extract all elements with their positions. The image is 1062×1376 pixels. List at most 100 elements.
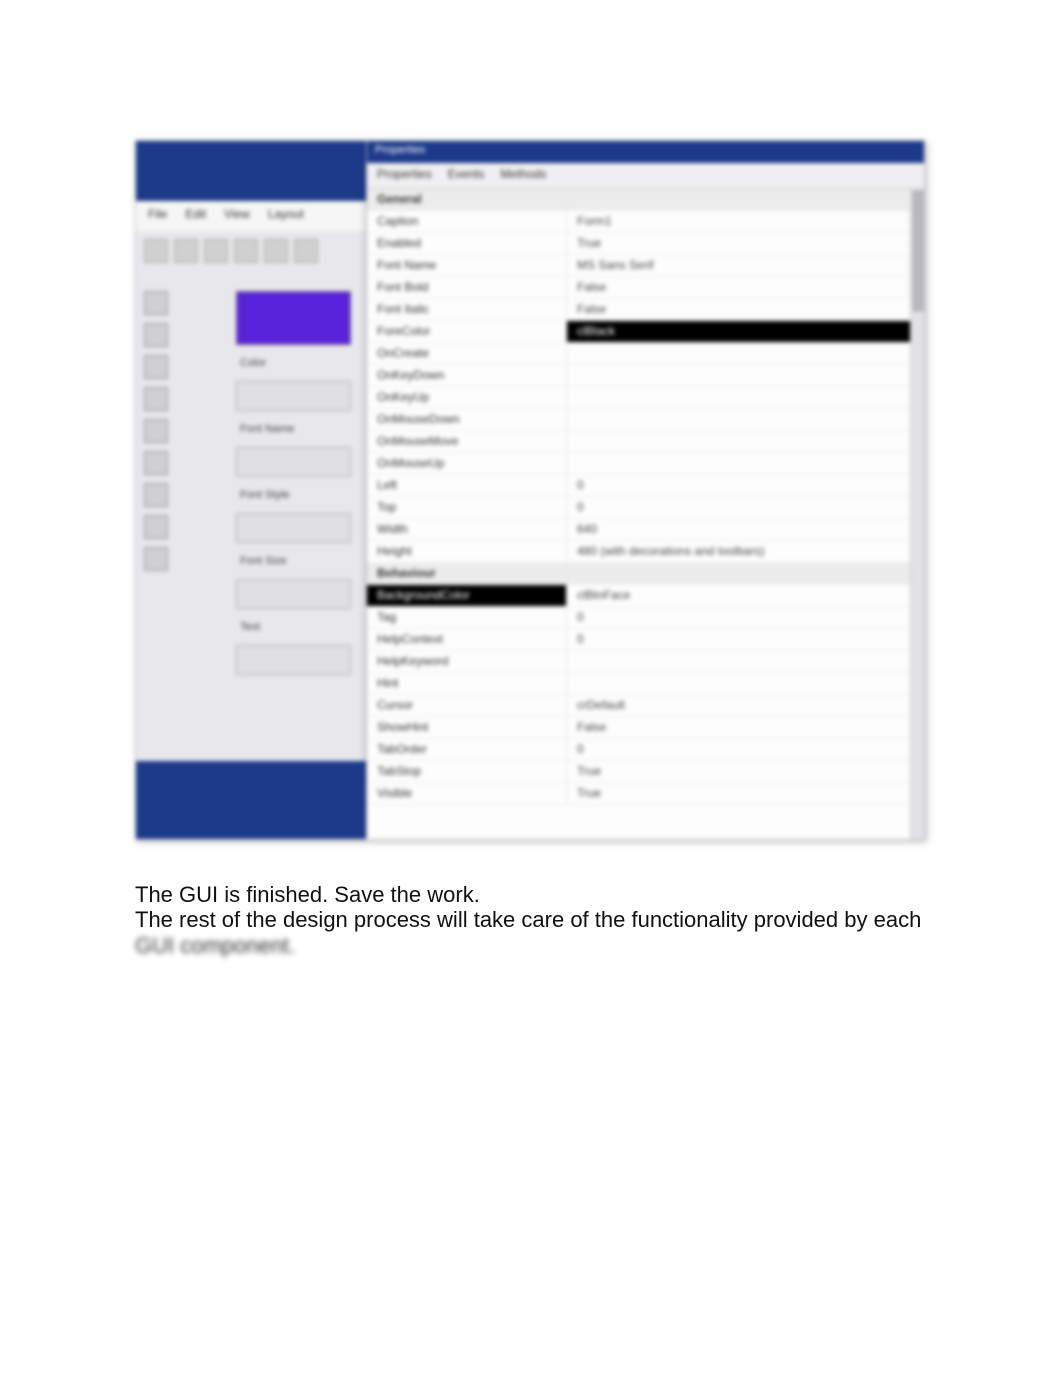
property-value[interactable] [567, 431, 925, 452]
property-value[interactable]: 0 [567, 475, 925, 496]
component-palette [144, 291, 200, 571]
property-row[interactable]: Tag0 [367, 607, 925, 629]
property-row[interactable]: Font NameMS Sans Serif [367, 255, 925, 277]
property-value[interactable]: clBlack [567, 321, 925, 342]
palette-tool[interactable] [144, 323, 168, 347]
property-value[interactable] [567, 409, 925, 430]
property-row[interactable]: Width640 [367, 519, 925, 541]
property-value[interactable]: clBtnFace [567, 585, 925, 606]
property-value[interactable]: False [567, 277, 925, 298]
property-row[interactable]: Font BoldFalse [367, 277, 925, 299]
property-name: OnKeyDown [367, 365, 567, 386]
property-value[interactable]: True [567, 761, 925, 782]
property-row[interactable]: TabOrder0 [367, 739, 925, 761]
property-row[interactable]: OnMouseDown [367, 409, 925, 431]
inspector-field[interactable] [236, 513, 351, 543]
tab-methods[interactable]: Methods [500, 167, 546, 184]
property-name: Enabled [367, 233, 567, 254]
inspector-field[interactable] [236, 381, 351, 411]
property-value[interactable]: False [567, 299, 925, 320]
property-value[interactable]: 0 [567, 497, 925, 518]
palette-tool[interactable] [144, 547, 168, 571]
property-value[interactable] [567, 343, 925, 364]
property-value[interactable] [567, 453, 925, 474]
property-row[interactable]: BackgroundColorclBtnFace [367, 585, 925, 607]
property-value[interactable] [567, 387, 925, 408]
property-row[interactable]: HelpKeyword [367, 651, 925, 673]
property-row[interactable]: CaptionForm1 [367, 211, 925, 233]
property-value[interactable]: 0 [567, 607, 925, 628]
property-value[interactable]: 480 (with decorations and toolbars) [567, 541, 925, 562]
property-value[interactable]: True [567, 783, 925, 804]
object-inspector: Color Font Name Font Style Font Size Tex… [236, 291, 361, 675]
palette-tool[interactable] [144, 387, 168, 411]
property-row[interactable]: Top0 [367, 497, 925, 519]
body-line-2b: GUI component. [135, 933, 295, 958]
property-value[interactable] [567, 651, 925, 672]
property-name: OnKeyUp [367, 387, 567, 408]
inspector-field[interactable] [236, 447, 351, 477]
property-value[interactable]: MS Sans Serif [567, 255, 925, 276]
property-name: Hint [367, 673, 567, 694]
property-value[interactable] [567, 563, 925, 584]
menu-item[interactable]: View [224, 207, 250, 225]
property-row[interactable]: Font ItalicFalse [367, 299, 925, 321]
property-row[interactable]: Height480 (with decorations and toolbars… [367, 541, 925, 563]
toolbar-button[interactable] [294, 239, 318, 263]
property-row[interactable]: OnKeyDown [367, 365, 925, 387]
toolbar-button[interactable] [204, 239, 228, 263]
tab-properties[interactable]: Properties [377, 167, 432, 184]
property-row[interactable]: General [367, 189, 925, 211]
toolbar-button[interactable] [234, 239, 258, 263]
menu-item[interactable]: Edit [185, 207, 206, 225]
menu-item[interactable]: File [148, 207, 167, 225]
property-value[interactable] [567, 189, 925, 210]
property-row[interactable]: ForeColorclBlack [367, 321, 925, 343]
property-value[interactable] [567, 365, 925, 386]
palette-tool[interactable] [144, 483, 168, 507]
property-value[interactable]: crDefault [567, 695, 925, 716]
property-value[interactable]: 0 [567, 629, 925, 650]
property-value[interactable]: True [567, 233, 925, 254]
properties-scrollbar[interactable] [910, 189, 925, 840]
palette-tool[interactable] [144, 515, 168, 539]
inspector-label: Font Size [236, 553, 361, 569]
toolbar-button[interactable] [174, 239, 198, 263]
property-row[interactable]: Behaviour [367, 563, 925, 585]
tab-events[interactable]: Events [448, 167, 485, 184]
inspector-field[interactable] [236, 645, 351, 675]
palette-tool[interactable] [144, 291, 168, 315]
palette-tool[interactable] [144, 451, 168, 475]
menu-item[interactable]: Layout [268, 207, 304, 225]
properties-panel-title: Properties [367, 141, 925, 163]
property-row[interactable]: Left0 [367, 475, 925, 497]
property-value[interactable] [567, 673, 925, 694]
ide-toolbar [136, 231, 366, 275]
property-value[interactable]: Form1 [567, 211, 925, 232]
toolbar-button[interactable] [264, 239, 288, 263]
property-row[interactable]: ShowHintFalse [367, 717, 925, 739]
property-row[interactable]: HelpContext0 [367, 629, 925, 651]
property-value[interactable]: 0 [567, 739, 925, 760]
body-line-2: The rest of the design process will take… [135, 907, 925, 932]
property-value[interactable]: False [567, 717, 925, 738]
property-row[interactable]: TabStopTrue [367, 761, 925, 783]
property-row[interactable]: OnMouseMove [367, 431, 925, 453]
toolbar-button[interactable] [144, 239, 168, 263]
property-row[interactable]: OnCreate [367, 343, 925, 365]
property-row[interactable]: OnKeyUp [367, 387, 925, 409]
color-swatch[interactable] [236, 291, 351, 345]
property-value[interactable]: 640 [567, 519, 925, 540]
property-row[interactable]: EnabledTrue [367, 233, 925, 255]
scrollbar-thumb[interactable] [913, 191, 925, 311]
property-name: Cursor [367, 695, 567, 716]
palette-tool[interactable] [144, 355, 168, 379]
property-row[interactable]: OnMouseUp [367, 453, 925, 475]
inspector-label: Font Name [236, 421, 361, 437]
property-row[interactable]: CursorcrDefault [367, 695, 925, 717]
palette-tool[interactable] [144, 419, 168, 443]
property-row[interactable]: VisibleTrue [367, 783, 925, 805]
property-row[interactable]: Hint [367, 673, 925, 695]
inspector-field[interactable] [236, 579, 351, 609]
property-name: OnCreate [367, 343, 567, 364]
